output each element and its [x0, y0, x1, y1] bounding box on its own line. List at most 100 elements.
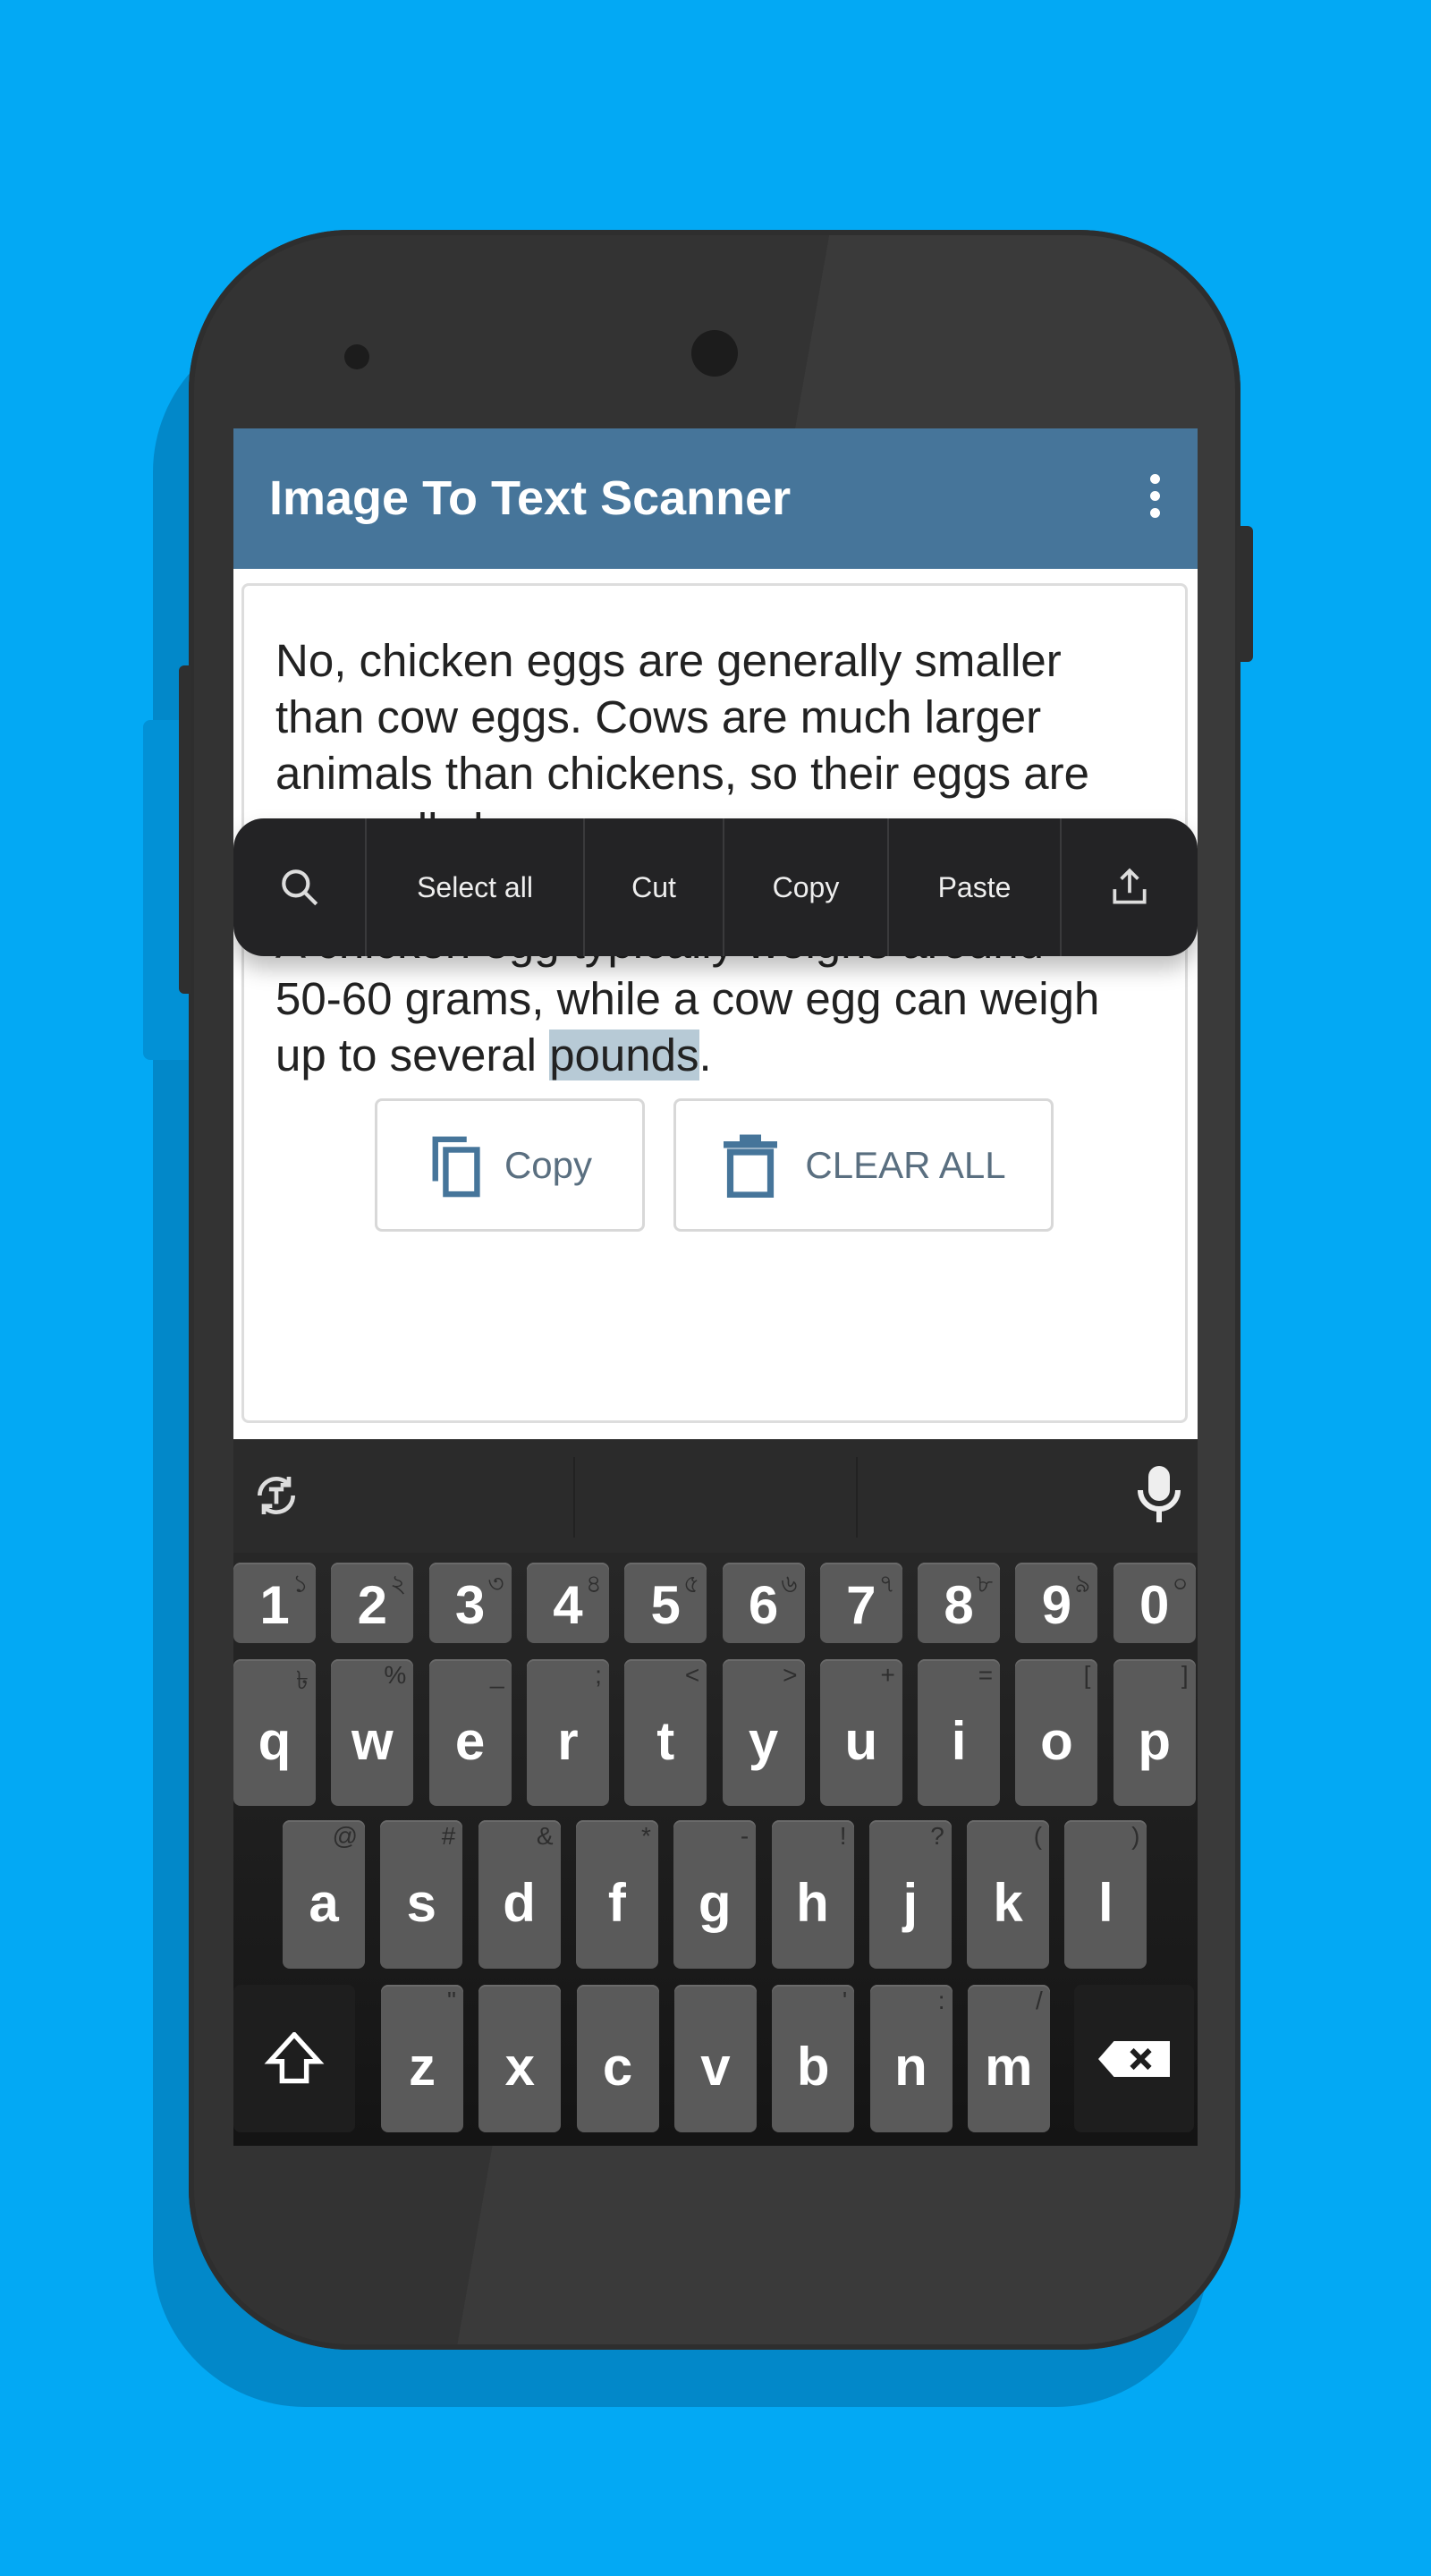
key-d[interactable]: & d	[478, 1820, 561, 1969]
shift-icon	[264, 2031, 325, 2083]
key-label: l	[1098, 1872, 1113, 1933]
shift-key[interactable]	[233, 1985, 355, 2132]
key-hint: ১	[292, 1570, 309, 1597]
selected-text[interactable]: pounds	[549, 1030, 699, 1080]
mic-icon[interactable]	[1137, 1466, 1181, 1525]
key-hint: ৬	[781, 1570, 798, 1597]
key-label: x	[504, 2037, 535, 2097]
key-label: 5	[650, 1574, 681, 1635]
key-6[interactable]: ৬6	[722, 1563, 805, 1643]
key-3[interactable]: ৩3	[428, 1563, 512, 1643]
key-q[interactable]: ৳ q	[233, 1659, 316, 1806]
key-label: 0	[1139, 1574, 1170, 1635]
key-c[interactable]: c	[576, 1985, 659, 2132]
share-button[interactable]	[1060, 818, 1198, 956]
key-label: k	[993, 1872, 1023, 1933]
key-o[interactable]: [o	[1015, 1659, 1098, 1806]
key-label: a	[309, 1872, 339, 1933]
key-t[interactable]: < t	[624, 1659, 707, 1806]
key-hint: *	[640, 1822, 651, 1850]
key-r[interactable]: ; r	[526, 1659, 609, 1806]
key-label: 2	[357, 1574, 387, 1635]
key-7[interactable]: ৭7	[819, 1563, 902, 1643]
key-hint: ৭	[878, 1570, 895, 1597]
key-s[interactable]: # s	[380, 1820, 463, 1969]
copy-menu-button[interactable]: Copy	[723, 818, 887, 956]
volume-button	[179, 665, 191, 994]
key-y[interactable]: > y	[722, 1659, 805, 1806]
key-i[interactable]: = i	[918, 1659, 1001, 1806]
key-p[interactable]: ] p	[1113, 1659, 1196, 1806]
key-e[interactable]: _ e	[428, 1659, 512, 1806]
key-hint: ৪	[585, 1570, 602, 1597]
key-j[interactable]: ? j	[868, 1820, 952, 1969]
key-label: b	[796, 2037, 830, 2097]
key-x[interactable]: x	[478, 1985, 562, 2132]
suggestion-bar	[233, 1439, 1198, 1553]
cut-button[interactable]: Cut	[583, 818, 723, 956]
key-0[interactable]: ০0	[1113, 1563, 1196, 1643]
key-f[interactable]: * f	[575, 1820, 658, 1969]
key-label: i	[951, 1710, 967, 1771]
share-icon	[1113, 868, 1147, 904]
key-hint: /	[1036, 1987, 1043, 2014]
sensor	[344, 344, 369, 369]
key-label: s	[406, 1872, 436, 1933]
select-all-button[interactable]: Select all	[365, 818, 583, 956]
translate-icon[interactable]	[251, 1470, 301, 1521]
key-hint: @	[332, 1822, 358, 1850]
key-hint: ;	[595, 1661, 602, 1689]
key-z[interactable]: " z	[381, 1985, 463, 2132]
backspace-key[interactable]	[1074, 1985, 1194, 2132]
key-label: r	[557, 1710, 579, 1771]
key-label: 1	[259, 1574, 290, 1635]
key-n[interactable]: :n	[869, 1985, 953, 2132]
key-l[interactable]: ) l	[1064, 1820, 1147, 1969]
key-5[interactable]: ৫5	[624, 1563, 707, 1643]
key-hint: %	[384, 1661, 407, 1689]
key-hint: =	[978, 1661, 994, 1689]
key-hint: "	[447, 1987, 456, 2014]
key-4[interactable]: ৪4	[526, 1563, 609, 1643]
key-label: d	[503, 1872, 536, 1933]
key-hint: )	[1131, 1822, 1140, 1850]
key-2[interactable]: ২2	[331, 1563, 414, 1643]
key-label: 6	[748, 1574, 779, 1635]
copy-icon	[432, 1136, 480, 1197]
paste-button[interactable]: Paste	[887, 818, 1060, 956]
key-label: e	[454, 1710, 486, 1771]
more-vert-icon[interactable]	[1137, 469, 1173, 531]
key-label: z	[409, 2037, 436, 2097]
key-hint: :	[937, 1987, 945, 2014]
keyboard: ১ 1 ২ 2 ৩ 3 ৪ 4 ৫ 5 ৬ 6 ৭ 7 ৮ 8 ৯ 9 ০ 0 ৳ q% w _ e; r < t > y + u = i[o] p…	[233, 1439, 1198, 2146]
key-b[interactable]: ' b	[772, 1985, 855, 2132]
clear-all-label: CLEAR ALL	[805, 1143, 1006, 1186]
key-label: f	[607, 1872, 626, 1933]
key-hint: -	[740, 1822, 749, 1850]
key-label: n	[894, 2037, 927, 2097]
key-hint: _	[490, 1661, 504, 1689]
key-v[interactable]: v	[673, 1985, 757, 2132]
key-hint: !	[839, 1822, 847, 1850]
key-hint: (	[1033, 1822, 1043, 1850]
key-8[interactable]: ৮8	[918, 1563, 1001, 1643]
screen: Image To Text Scanner No, chicken eggs a…	[233, 428, 1198, 2146]
key-g[interactable]: -g	[673, 1820, 757, 1969]
search-button[interactable]	[233, 818, 365, 956]
key-w[interactable]: % w	[331, 1659, 414, 1806]
key-hint: &	[536, 1822, 554, 1850]
copy-button[interactable]: Copy	[375, 1098, 645, 1232]
front-camera	[691, 330, 738, 377]
key-1[interactable]: ১1	[233, 1563, 316, 1643]
key-h[interactable]: ! h	[771, 1820, 854, 1969]
key-9[interactable]: ৯9	[1015, 1563, 1098, 1643]
key-label: y	[748, 1710, 779, 1771]
app-bar: Image To Text Scanner	[233, 428, 1198, 569]
clear-all-button[interactable]: CLEAR ALL	[673, 1098, 1054, 1232]
key-u[interactable]: + u	[819, 1659, 902, 1806]
backspace-icon	[1098, 2040, 1170, 2077]
key-m[interactable]: / m	[967, 1985, 1050, 2132]
key-k[interactable]: (k	[967, 1820, 1050, 1969]
key-a[interactable]: @ a	[283, 1820, 365, 1969]
key-label: o	[1040, 1710, 1073, 1771]
